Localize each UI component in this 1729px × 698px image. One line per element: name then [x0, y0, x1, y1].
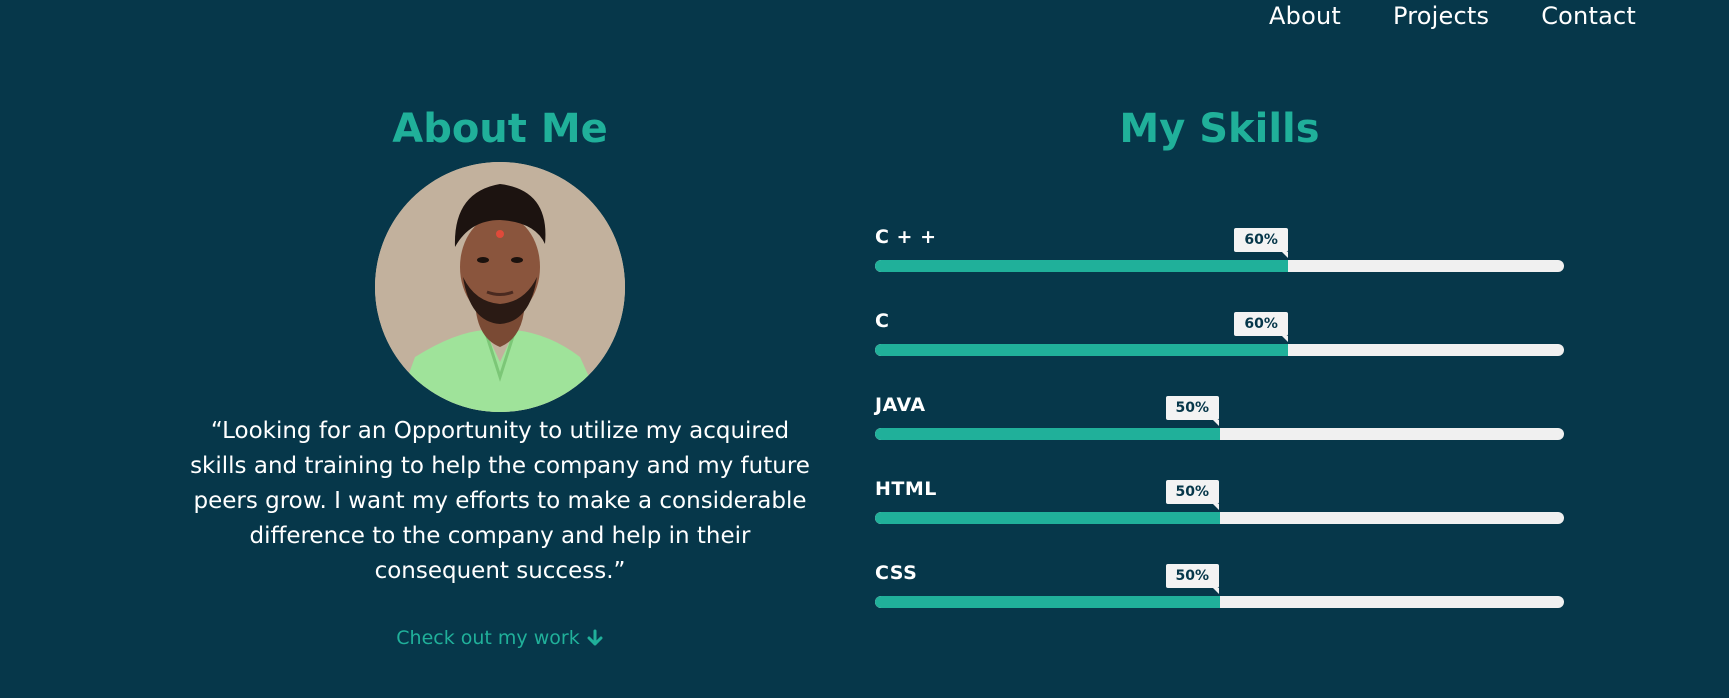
portfolio-page: About Projects Contact About Me “Looking… [0, 0, 1729, 698]
skill-item: C 60% [875, 310, 1564, 360]
about-quote: “Looking for an Opportunity to utilize m… [190, 418, 810, 584]
skill-progress-fill [875, 512, 1220, 524]
nav-link-contact[interactable]: Contact [1541, 2, 1636, 30]
skills-section: My Skills C + + 60% C 60% JAVA 50% HTML 50% CSS 5… [875, 102, 1564, 608]
skill-progress-track [875, 512, 1564, 524]
cta-label: Check out my work [396, 627, 580, 649]
skill-name: C + + [875, 226, 937, 248]
skill-name: CSS [875, 562, 918, 584]
skill-progress-track [875, 260, 1564, 272]
skill-progress-track [875, 596, 1564, 608]
skill-progress-fill [875, 344, 1289, 356]
skill-percent-badge: 60% [1234, 312, 1288, 342]
skill-percent-badge: 50% [1165, 396, 1220, 426]
skill-progress-fill [875, 260, 1289, 272]
skill-progress-fill [875, 428, 1220, 440]
skills-title: My Skills [1119, 106, 1320, 152]
skill-item: CSS 50% [875, 562, 1564, 612]
top-nav: About Projects Contact [1269, 0, 1636, 32]
nav-link-about[interactable]: About [1269, 2, 1341, 30]
skill-percent-badge: 50% [1165, 480, 1220, 510]
profile-photo [375, 162, 625, 412]
check-out-work-link[interactable]: Check out my work [396, 627, 603, 649]
arrow-down-icon [587, 629, 603, 646]
about-section: About Me “Looking for an Opportunity to … [190, 102, 810, 649]
skill-percent-badge: 50% [1165, 564, 1220, 594]
skill-item: HTML 50% [875, 478, 1564, 528]
skill-progress-track [875, 344, 1564, 356]
skill-progress-track [875, 428, 1564, 440]
about-title: About Me [392, 106, 608, 152]
skill-name: HTML [875, 478, 937, 500]
profile-portrait-illustration [375, 162, 625, 412]
skill-percent-badge: 60% [1234, 228, 1288, 258]
skill-name: JAVA [875, 394, 926, 416]
nav-link-projects[interactable]: Projects [1393, 2, 1489, 30]
skill-item: JAVA 50% [875, 394, 1564, 444]
skill-name: C [875, 310, 890, 332]
skill-item: C + + 60% [875, 226, 1564, 276]
skill-progress-fill [875, 596, 1220, 608]
